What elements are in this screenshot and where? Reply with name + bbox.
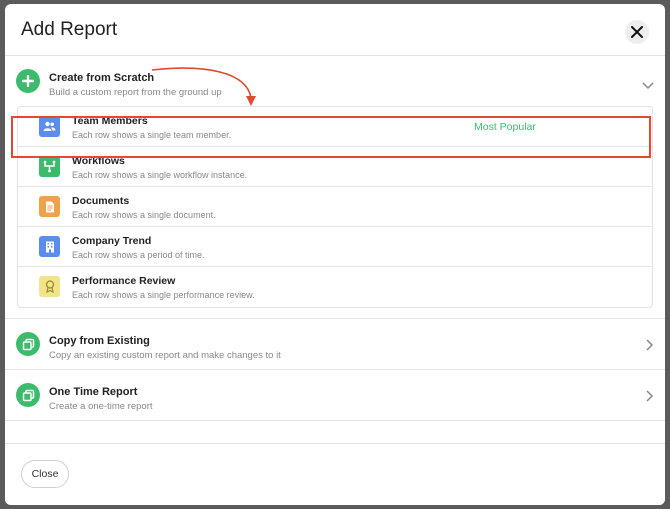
close-icon[interactable] bbox=[625, 20, 649, 44]
close-button[interactable]: Close bbox=[21, 460, 69, 488]
award-icon bbox=[39, 276, 60, 297]
one-time-report-header[interactable]: One Time Report Create a one-time report bbox=[5, 370, 665, 420]
report-type-company-trend[interactable]: Company Trend Each row shows a period of… bbox=[18, 227, 652, 267]
create-from-scratch-section: Create from Scratch Build a custom repor… bbox=[5, 56, 665, 319]
report-type-performance-review[interactable]: Performance Review Each row shows a sing… bbox=[18, 267, 652, 307]
item-description: Each row shows a single team member. bbox=[72, 130, 232, 140]
item-title: Workflows bbox=[72, 155, 125, 167]
create-from-scratch-description: Build a custom report from the ground up bbox=[49, 87, 222, 98]
add-report-modal: Add Report Create from Scratch Build a c… bbox=[5, 4, 665, 505]
workflow-icon bbox=[39, 156, 60, 177]
create-from-scratch-header[interactable]: Create from Scratch Build a custom repor… bbox=[5, 56, 665, 106]
report-type-workflows[interactable]: Workflows Each row shows a single workfl… bbox=[18, 147, 652, 187]
most-popular-badge: Most Popular bbox=[474, 121, 536, 133]
people-icon bbox=[39, 116, 60, 137]
one-time-report-description: Create a one-time report bbox=[49, 401, 153, 412]
report-type-list: Team Members Each row shows a single tea… bbox=[17, 106, 653, 308]
modal-body: Create from Scratch Build a custom repor… bbox=[5, 56, 665, 443]
copy-from-existing-header[interactable]: Copy from Existing Copy an existing cust… bbox=[5, 319, 665, 369]
document-icon bbox=[39, 196, 60, 217]
item-description: Each row shows a single performance revi… bbox=[72, 290, 255, 300]
copy-icon bbox=[16, 383, 40, 407]
item-description: Each row shows a single document. bbox=[72, 210, 216, 220]
item-description: Each row shows a period of time. bbox=[72, 250, 205, 260]
item-description: Each row shows a single workflow instanc… bbox=[72, 170, 248, 180]
chevron-down-icon[interactable] bbox=[642, 77, 654, 95]
chevron-right-icon[interactable] bbox=[646, 389, 654, 407]
report-type-documents[interactable]: Documents Each row shows a single docume… bbox=[18, 187, 652, 227]
one-time-report-title: One Time Report bbox=[49, 386, 138, 398]
chevron-right-icon[interactable] bbox=[646, 338, 654, 356]
one-time-report-section[interactable]: One Time Report Create a one-time report bbox=[5, 370, 665, 421]
modal-footer: Close bbox=[5, 443, 665, 505]
copy-icon bbox=[16, 332, 40, 356]
item-title: Performance Review bbox=[72, 275, 176, 287]
plus-icon bbox=[16, 69, 40, 93]
create-from-scratch-title: Create from Scratch bbox=[49, 72, 155, 84]
item-title: Documents bbox=[72, 195, 130, 207]
copy-from-existing-description: Copy an existing custom report and make … bbox=[49, 350, 281, 361]
modal-title: Add Report bbox=[21, 19, 118, 40]
item-title: Company Trend bbox=[72, 235, 152, 247]
report-type-team-members[interactable]: Team Members Each row shows a single tea… bbox=[18, 107, 652, 147]
copy-from-existing-section[interactable]: Copy from Existing Copy an existing cust… bbox=[5, 319, 665, 370]
item-title: Team Members bbox=[72, 115, 148, 127]
modal-header: Add Report bbox=[5, 4, 665, 56]
building-icon bbox=[39, 236, 60, 257]
copy-from-existing-title: Copy from Existing bbox=[49, 335, 150, 347]
